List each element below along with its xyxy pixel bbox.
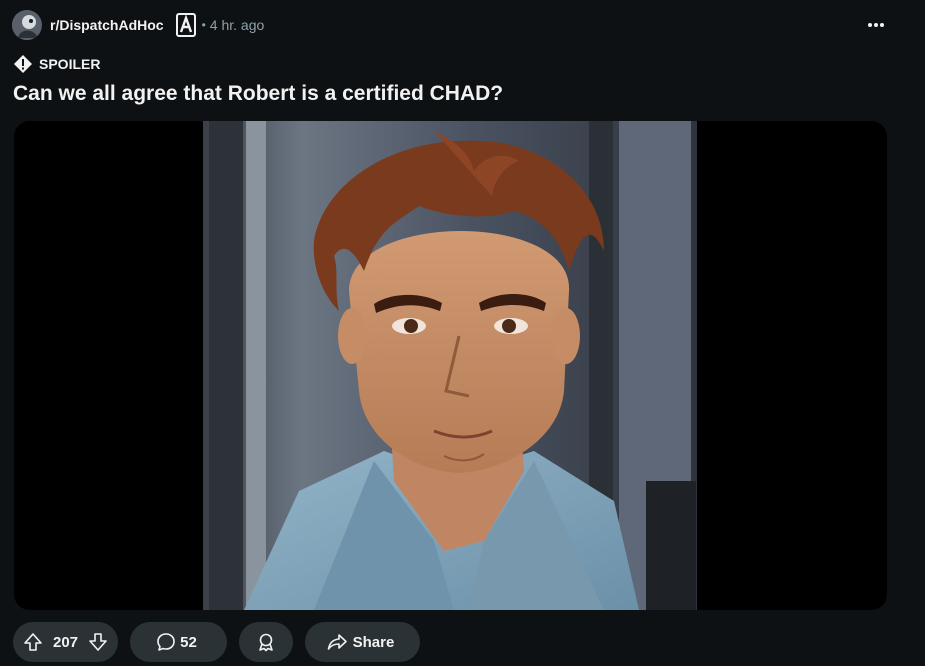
award-button[interactable] — [239, 622, 293, 662]
subreddit-avatar[interactable] — [12, 10, 42, 40]
more-options-icon[interactable] — [865, 14, 887, 36]
share-label: Share — [352, 633, 395, 651]
meta-separator: • — [201, 18, 206, 32]
spoiler-label: SPOILER — [39, 56, 101, 72]
share-button[interactable]: Share — [305, 622, 420, 662]
post-media-image[interactable] — [14, 121, 887, 610]
comments-button[interactable]: 52 — [130, 622, 227, 662]
comment-count: 52 — [180, 633, 197, 651]
post-header: r/DispatchAdHoc • 4 hr. ago — [12, 10, 264, 40]
share-icon — [327, 632, 347, 652]
vote-count: 207 — [52, 633, 79, 651]
spoiler-tag: SPOILER — [13, 53, 100, 75]
upvote-icon[interactable] — [23, 632, 43, 652]
flair-a-icon — [175, 13, 196, 37]
comment-icon — [156, 632, 176, 652]
award-icon — [256, 632, 276, 652]
vote-control: 207 — [13, 622, 118, 662]
spoiler-warning-icon — [14, 55, 32, 73]
reddit-post: r/DispatchAdHoc • 4 hr. ago SPOILER Can … — [0, 0, 925, 666]
downvote-icon[interactable] — [88, 632, 108, 652]
subreddit-name[interactable]: r/DispatchAdHoc — [50, 17, 164, 33]
post-title[interactable]: Can we all agree that Robert is a certif… — [13, 82, 503, 106]
post-timestamp: 4 hr. ago — [209, 17, 265, 33]
robert-portrait — [14, 121, 887, 610]
post-actions: 207 52 Share — [13, 622, 432, 662]
